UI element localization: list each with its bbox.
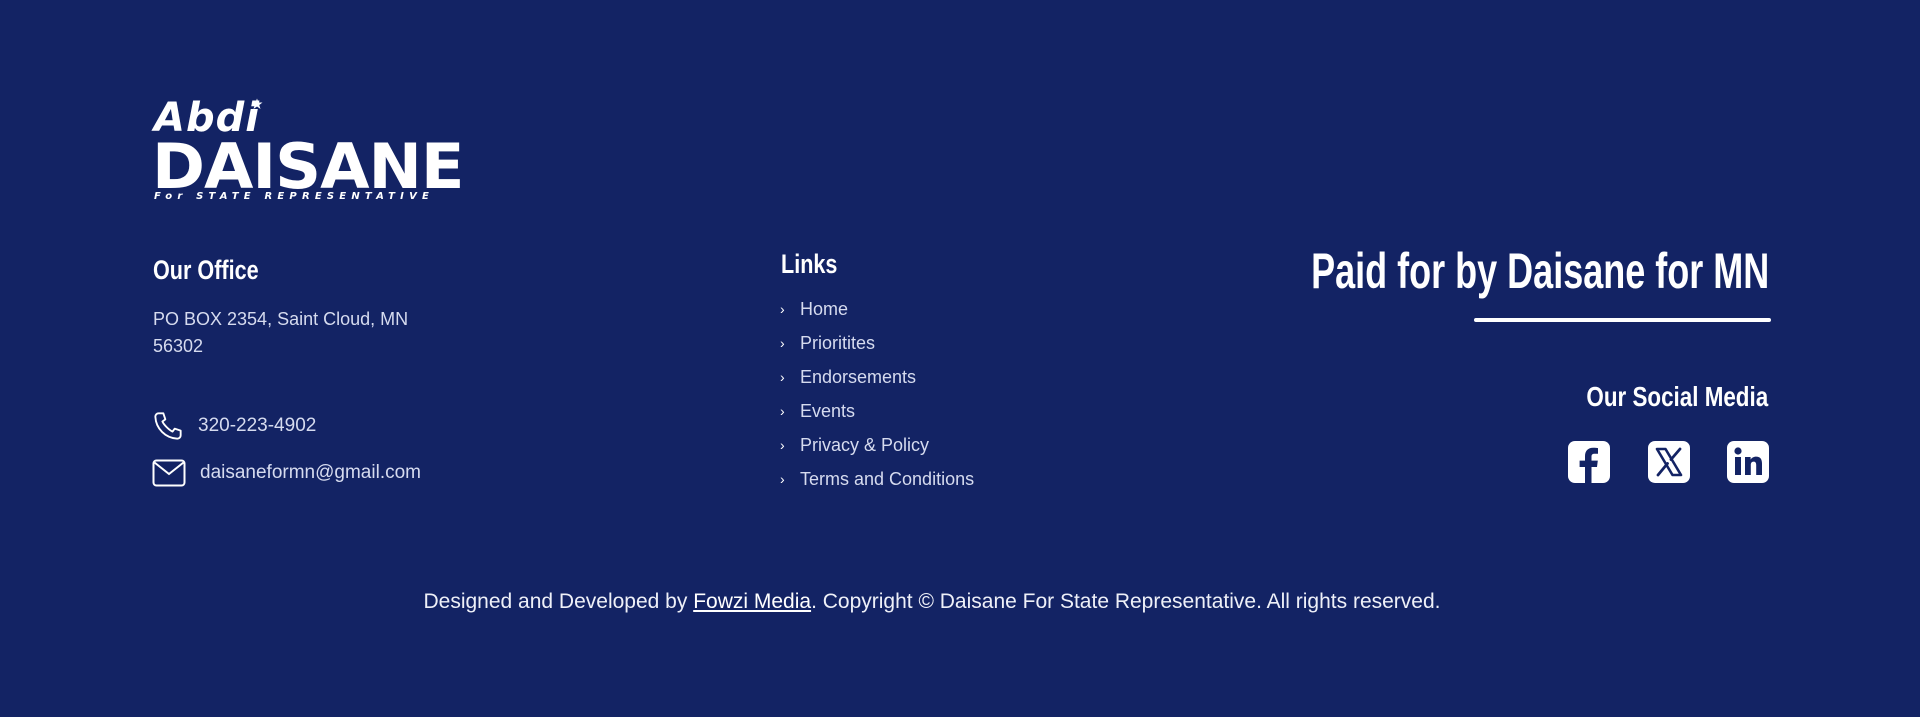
chevron-right-icon: ›	[780, 437, 785, 453]
logo-tagline: For STATE REPRESENTATIVE	[154, 191, 435, 202]
phone-icon	[154, 412, 182, 440]
logo-last-name: DAISANE	[152, 130, 465, 203]
chevron-right-icon: ›	[780, 403, 785, 419]
x-twitter-icon[interactable]	[1648, 441, 1690, 483]
office-address: PO BOX 2354, Saint Cloud, MN 56302	[153, 309, 409, 356]
link-privacy-policy[interactable]: › Privacy & Policy	[780, 428, 974, 462]
credit-prefix: Designed and Developed by	[423, 590, 694, 613]
paid-for-disclaimer: Paid for by Daisane for MN	[1310, 243, 1769, 299]
copyright-line: Designed and Developed by Fowzi Media. C…	[0, 590, 1864, 614]
chevron-right-icon: ›	[780, 369, 785, 385]
star-icon	[251, 98, 263, 109]
phone-number[interactable]: 320-223-4902	[198, 415, 316, 437]
link-endorsements[interactable]: › Endorsements	[780, 360, 974, 394]
email-address[interactable]: daisaneformn@gmail.com	[200, 462, 421, 484]
divider	[1474, 318, 1771, 322]
link-priorities[interactable]: › Prioritites	[780, 326, 974, 360]
social-heading: Our Social Media	[1586, 381, 1768, 412]
chevron-right-icon: ›	[780, 335, 785, 351]
chevron-right-icon: ›	[780, 471, 785, 487]
link-events[interactable]: › Events	[780, 394, 974, 428]
linkedin-icon[interactable]	[1727, 441, 1769, 483]
chevron-right-icon: ›	[780, 301, 785, 317]
phone-contact[interactable]: 320-223-4902	[152, 410, 316, 442]
mail-icon	[152, 459, 186, 487]
office-heading: Our Office	[153, 255, 259, 285]
copyright-text: . Copyright © Daisane For State Represen…	[811, 590, 1441, 613]
footer-links-list: › Home › Prioritites › Endorsements › Events…	[780, 292, 974, 496]
email-contact[interactable]: daisaneformn@gmail.com	[152, 459, 421, 487]
facebook-icon[interactable]	[1568, 441, 1610, 483]
link-terms-conditions[interactable]: › Terms and Conditions	[780, 462, 974, 496]
developer-link[interactable]: Fowzi Media	[693, 590, 811, 613]
link-home[interactable]: › Home	[780, 292, 974, 326]
links-heading: Links	[781, 249, 838, 279]
